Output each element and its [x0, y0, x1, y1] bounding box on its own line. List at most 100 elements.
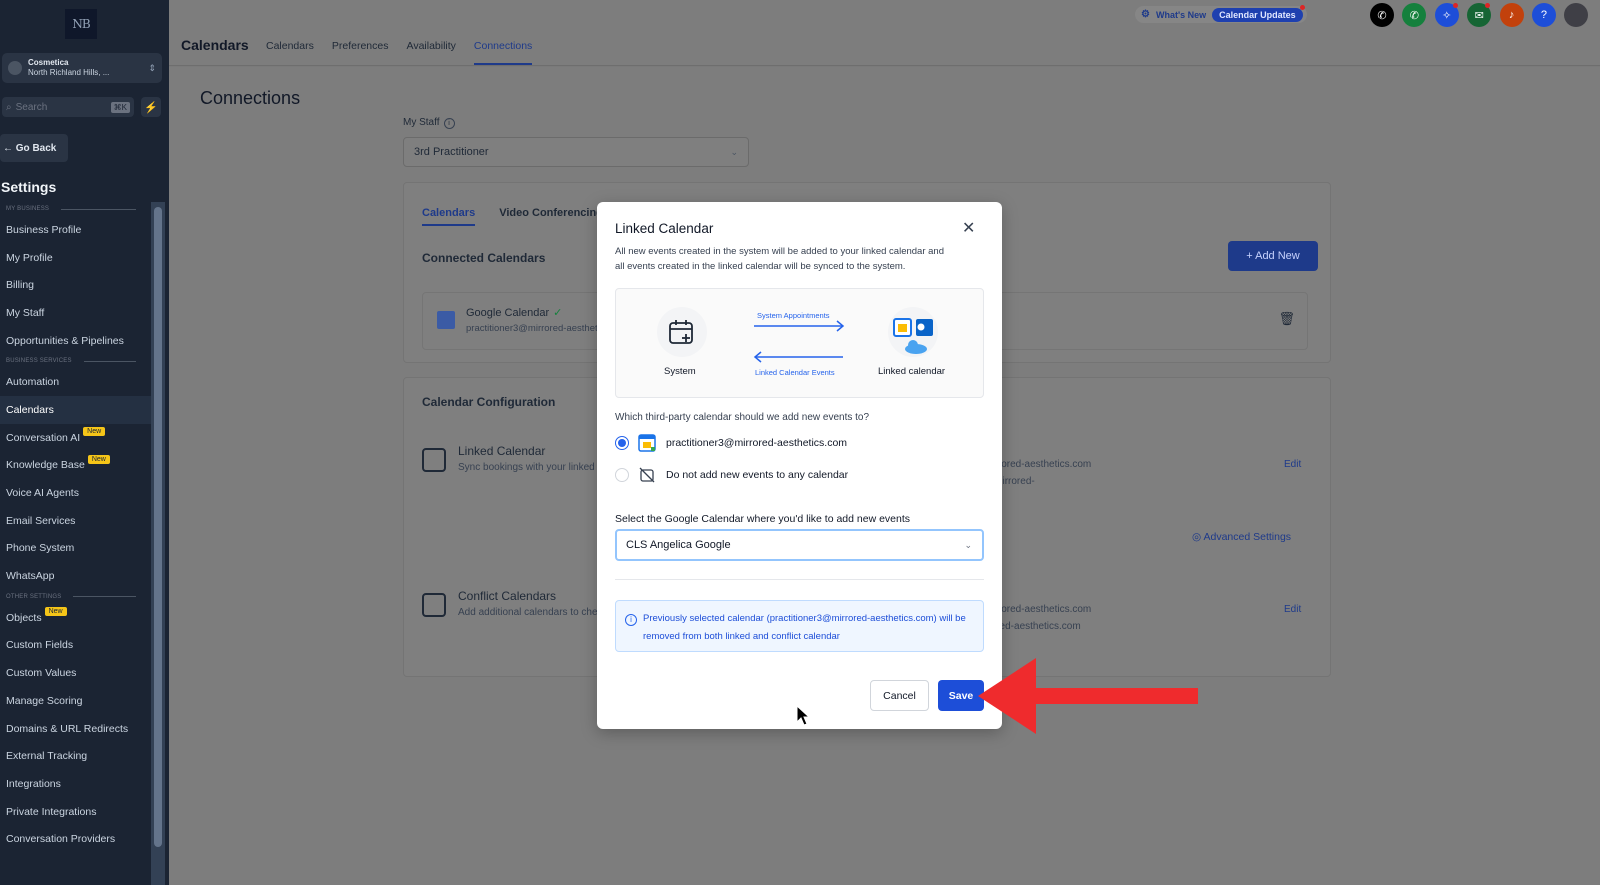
calendar-updates-pill[interactable]: Calendar Updates [1212, 4, 1305, 22]
advanced-settings-link[interactable]: ◎ Advanced Settings [1192, 531, 1291, 543]
modal-title: Linked Calendar [615, 221, 714, 236]
help-icon[interactable]: ? [1531, 3, 1556, 27]
notification-dot [1452, 3, 1458, 8]
tab-availability[interactable]: Availability [407, 34, 456, 65]
call-icon[interactable]: ✆ [1402, 3, 1427, 27]
sidebar-item-integrations[interactable]: Integrations [0, 770, 151, 798]
sidebar-item-billing[interactable]: Billing [0, 271, 151, 299]
option-no-calendar[interactable]: Do not add new events to any calendar [615, 466, 848, 484]
sidebar-item-my-staff[interactable]: My Staff [0, 299, 151, 327]
sidebar-item-manage-scoring[interactable]: Manage Scoring [0, 687, 151, 715]
go-back-button[interactable]: ← Go Back [0, 134, 68, 162]
conflict-edit-link[interactable]: Edit [1284, 601, 1301, 618]
linked-edit-link[interactable]: Edit [1284, 456, 1301, 473]
bell-icon[interactable]: ♪ [1499, 3, 1524, 27]
conflict-calendars-title: Conflict Calendars [458, 589, 557, 603]
sidebar-item-label: Phone System [6, 542, 75, 555]
tab-calendars[interactable]: Calendars [266, 34, 314, 65]
cancel-button[interactable]: Cancel [870, 680, 929, 711]
system-label: System [664, 366, 696, 377]
whats-new-bar[interactable]: ⚙ What's New Calendar Updates [1135, 4, 1307, 23]
sidebar-item-voice-ai-agents[interactable]: Voice AI Agents [0, 479, 151, 507]
sidebar-item-objects[interactable]: Objects New [0, 604, 151, 632]
calendar-configuration-title: Calendar Configuration [422, 395, 556, 409]
trash-icon[interactable]: 🗑 [1278, 311, 1295, 327]
header-icon-group: ✆ ✆ ✧ ✉ ♪? [1370, 3, 1597, 27]
sidebar-section-my-business: MY BUSINESS [0, 202, 151, 216]
info-icon: i [625, 614, 637, 626]
sidebar-item-custom-values[interactable]: Custom Values [0, 659, 151, 687]
linked-calendar-modal: Linked Calendar ✕ All new events created… [597, 202, 1002, 729]
connected-calendars-title: Connected Calendars [422, 251, 546, 265]
sidebar-item-private-integrations[interactable]: Private Integrations [0, 798, 151, 826]
sidebar-item-label: My Staff [6, 306, 45, 319]
sidebar-scrollbar-thumb[interactable] [154, 207, 162, 847]
tab-preferences[interactable]: Preferences [332, 34, 389, 65]
search-icon: ⌕ [6, 101, 12, 113]
new-badge: New [87, 454, 110, 464]
chevron-down-icon: ⌄ [964, 539, 972, 550]
sync-diagram: System System Appointments Linked Calend… [615, 288, 984, 398]
sync-arrows-icon [753, 320, 845, 363]
notification-dot [1299, 4, 1305, 10]
sidebar-item-knowledge-base[interactable]: Knowledge Base New [0, 452, 151, 480]
sidebar-item-label: Custom Fields [6, 639, 74, 652]
sidebar-item-my-profile[interactable]: My Profile [0, 244, 151, 272]
system-calendar-icon [657, 307, 707, 357]
add-new-button[interactable]: + Add New [1228, 241, 1318, 271]
sidebar-item-label: Integrations [6, 777, 61, 790]
check-icon: ✓ [553, 307, 563, 319]
sidebar-item-phone-system[interactable]: Phone System [0, 535, 151, 563]
linked-calendar-icon [422, 448, 446, 472]
sidebar-item-calendars[interactable]: Calendars [0, 396, 151, 424]
option-label: practitioner3@mirrored-aesthetics.com [666, 437, 848, 449]
avatar-icon[interactable] [1564, 3, 1589, 27]
linked-calendar-label: Linked calendar [878, 366, 946, 377]
sidebar-item-label: Calendars [6, 403, 54, 416]
search-input[interactable]: ⌕ Search ⌘K [2, 97, 134, 117]
radio-selected[interactable] [615, 436, 629, 450]
option-label: Do not add new events to any calendar [666, 469, 849, 481]
my-staff-label: My Staff i [403, 117, 455, 129]
sidebar-section-business-services: BUSINESS SERVICES [0, 354, 151, 368]
sidebar-item-label: Domains & URL Redirects [6, 722, 129, 735]
sparkle-icon: ⚙ [1141, 9, 1150, 20]
tab-video-conferencing[interactable]: Video Conferencing [499, 207, 603, 226]
location-switcher[interactable]: Cosmetica North Richland Hills, ... ⇕ [2, 53, 162, 83]
sidebar-item-email-services[interactable]: Email Services [0, 507, 151, 535]
radio-unselected[interactable] [615, 468, 629, 482]
conflict-calendar-icon [422, 593, 446, 617]
sidebar-item-conversation-ai[interactable]: Conversation AI New [0, 424, 151, 452]
sidebar-item-conversation-providers[interactable]: Conversation Providers [0, 825, 151, 853]
sidebar-item-external-tracking[interactable]: External Tracking [0, 742, 151, 770]
option-practitioner-calendar[interactable]: practitioner3@mirrored-aesthetics.com [615, 434, 847, 452]
sidebar-item-custom-fields[interactable]: Custom Fields [0, 632, 151, 660]
sidebar-item-label: Opportunities & Pipelines [6, 334, 124, 347]
sidebar-item-automation[interactable]: Automation [0, 368, 151, 396]
magic-icon[interactable]: ✧ [1434, 3, 1459, 27]
sidebar-item-label: Email Services [6, 514, 76, 527]
sidebar-item-label: Voice AI Agents [6, 487, 79, 500]
sidebar-item-domains-and-url-redirects[interactable]: Domains & URL Redirects [0, 715, 151, 743]
top-header: Calendars Calendars Preferences Availabili… [169, 0, 1600, 66]
linked-calendar-title: Linked Calendar [458, 444, 546, 458]
settings-title: Settings [1, 179, 57, 195]
tab-connections[interactable]: Connections [473, 34, 533, 65]
sidebar-item-label: Manage Scoring [6, 694, 83, 707]
sidebar-item-business-profile[interactable]: Business Profile [0, 216, 151, 244]
quick-action-bolt-icon[interactable]: ⚡ [141, 97, 161, 117]
search-shortcut: ⌘K [110, 101, 130, 113]
whats-new-link[interactable]: What's New [1156, 10, 1206, 20]
phone-icon[interactable]: ✆ [1370, 3, 1394, 27]
megaphone-icon[interactable]: ✉ [1467, 3, 1492, 27]
close-icon[interactable]: ✕ [962, 218, 975, 238]
sidebar-item-whatsapp[interactable]: WhatsApp [0, 562, 151, 590]
sidebar-item-label: Private Integrations [6, 805, 97, 818]
mouse-cursor-icon [796, 705, 810, 726]
header-tabs: Calendars Preferences Availability Connecti… [266, 34, 550, 65]
tab-calendars[interactable]: Calendars [422, 207, 476, 226]
google-calendar-select[interactable]: CLS Angelica Google ⌄ [615, 529, 984, 561]
info-icon[interactable]: i [443, 118, 455, 129]
sidebar-item-opportunities-and-pipelines[interactable]: Opportunities & Pipelines [0, 327, 151, 355]
staff-select[interactable]: 3rd Practitioner ⌄ [403, 137, 749, 167]
